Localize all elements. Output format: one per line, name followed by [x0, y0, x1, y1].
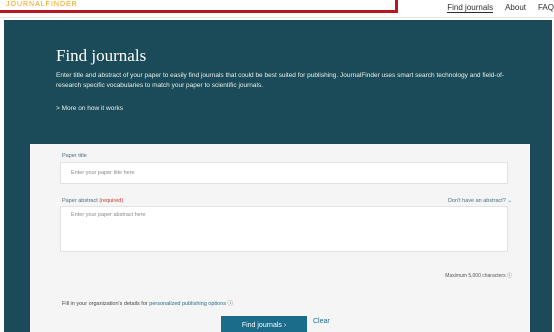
page-title: Find journals: [56, 46, 147, 65]
max-characters-hint: Maximum 5,000 characters ⓘ: [445, 272, 512, 279]
paper-abstract-input[interactable]: [60, 206, 508, 252]
paper-title-input[interactable]: [60, 162, 508, 184]
page: JOURNALFINDER Find journals About FAQ Fi…: [0, 0, 554, 332]
nav-faq[interactable]: FAQ: [538, 3, 554, 13]
info-icon[interactable]: ⓘ: [507, 273, 512, 279]
chevron-right-icon: ›: [283, 321, 287, 329]
nav-find-journals[interactable]: Find journals: [447, 3, 494, 13]
clear-button[interactable]: Clear: [313, 318, 330, 325]
dont-have-abstract-toggle[interactable]: Don't have an abstract? ⌄: [448, 198, 512, 204]
hero-section: Find journals Enter title and abstract o…: [4, 20, 552, 332]
intro-text: Enter title and abstract of your paper t…: [56, 72, 505, 89]
organization-details-note: Fill in your organization's details for …: [62, 299, 233, 307]
chevron-down-icon: ⌄: [507, 198, 512, 204]
required-marker: (required): [99, 198, 124, 204]
find-journals-label: Find journals: [241, 321, 282, 329]
search-form: Paper title Paper abstract (required) Do…: [30, 144, 530, 332]
find-journals-button[interactable]: Find journals ›: [221, 316, 307, 332]
max-characters-text: Maximum 5,000 characters: [445, 273, 506, 279]
top-nav: Find journals About FAQ: [447, 3, 554, 13]
logo[interactable]: JOURNALFINDER: [6, 1, 78, 8]
how-it-works-link[interactable]: > More on how it works: [56, 105, 123, 112]
nav-about[interactable]: About: [505, 3, 526, 13]
dont-have-abstract-text: Don't have an abstract?: [447, 198, 506, 204]
abstract-label-text: Paper abstract: [62, 198, 98, 204]
top-bar: JOURNALFINDER Find journals About FAQ: [0, 0, 554, 18]
paper-title-label: Paper title: [62, 153, 87, 159]
personalized-publishing-link[interactable]: personalized publishing options: [149, 301, 226, 307]
org-note-text: Fill in your organization's details for: [62, 301, 148, 307]
info-icon[interactable]: ⓘ: [228, 301, 234, 307]
brand-bar: JOURNALFINDER: [0, 0, 398, 13]
paper-abstract-label: Paper abstract (required): [62, 198, 123, 204]
